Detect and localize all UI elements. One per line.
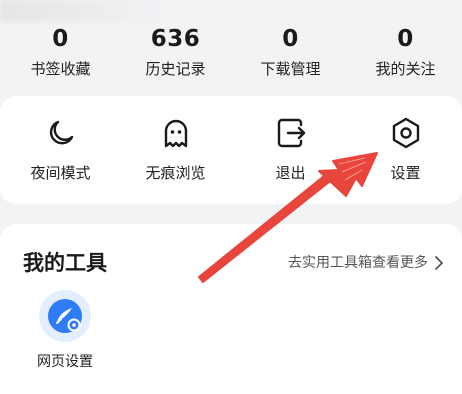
tool-web-settings[interactable]: 网页设置 <box>20 290 110 372</box>
exit-button[interactable]: 退出 <box>233 96 348 204</box>
action-label: 夜间模式 <box>30 164 91 182</box>
stat-count: 0 <box>52 26 69 52</box>
tool-label: 网页设置 <box>37 354 93 370</box>
stat-count: 0 <box>282 26 299 52</box>
moon-icon <box>49 120 73 145</box>
section-title: 我的工具 <box>23 251 107 275</box>
chevron-right-icon <box>435 256 443 270</box>
stat-bookmarks[interactable]: 0 书签收藏 <box>3 24 118 80</box>
web-settings-icon <box>39 290 91 342</box>
quick-actions-card: 夜间模式 无痕浏览 退出 设置 <box>0 96 462 204</box>
stat-count: 636 <box>150 26 201 52</box>
stat-label: 下载管理 <box>260 60 321 78</box>
exit-icon <box>277 118 305 148</box>
stat-label: 我的关注 <box>375 60 436 78</box>
stat-label: 书签收藏 <box>30 60 91 78</box>
settings-hexagon-icon <box>392 117 419 149</box>
stat-downloads[interactable]: 0 下载管理 <box>233 24 348 80</box>
stat-history[interactable]: 636 历史记录 <box>118 24 233 80</box>
action-label: 设置 <box>390 164 421 182</box>
stat-count: 0 <box>397 26 414 52</box>
more-tools-label: 去实用工具箱查看更多 <box>288 255 428 271</box>
incognito-button[interactable]: 无痕浏览 <box>118 96 233 204</box>
ghost-icon <box>164 119 187 148</box>
action-label: 退出 <box>275 164 306 182</box>
stat-following[interactable]: 0 我的关注 <box>348 24 462 80</box>
action-label: 无痕浏览 <box>145 164 206 182</box>
settings-button[interactable]: 设置 <box>348 96 462 204</box>
stats-row: 0 书签收藏 636 历史记录 0 下载管理 0 我的关注 <box>0 24 462 84</box>
night-mode-button[interactable]: 夜间模式 <box>3 96 118 204</box>
more-tools-link[interactable]: 去实用工具箱查看更多 <box>288 252 444 274</box>
stat-label: 历史记录 <box>145 60 206 78</box>
blurred-header-remnant <box>0 0 175 22</box>
my-tools-card: 我的工具 去实用工具箱查看更多 网页设置 <box>0 224 462 394</box>
